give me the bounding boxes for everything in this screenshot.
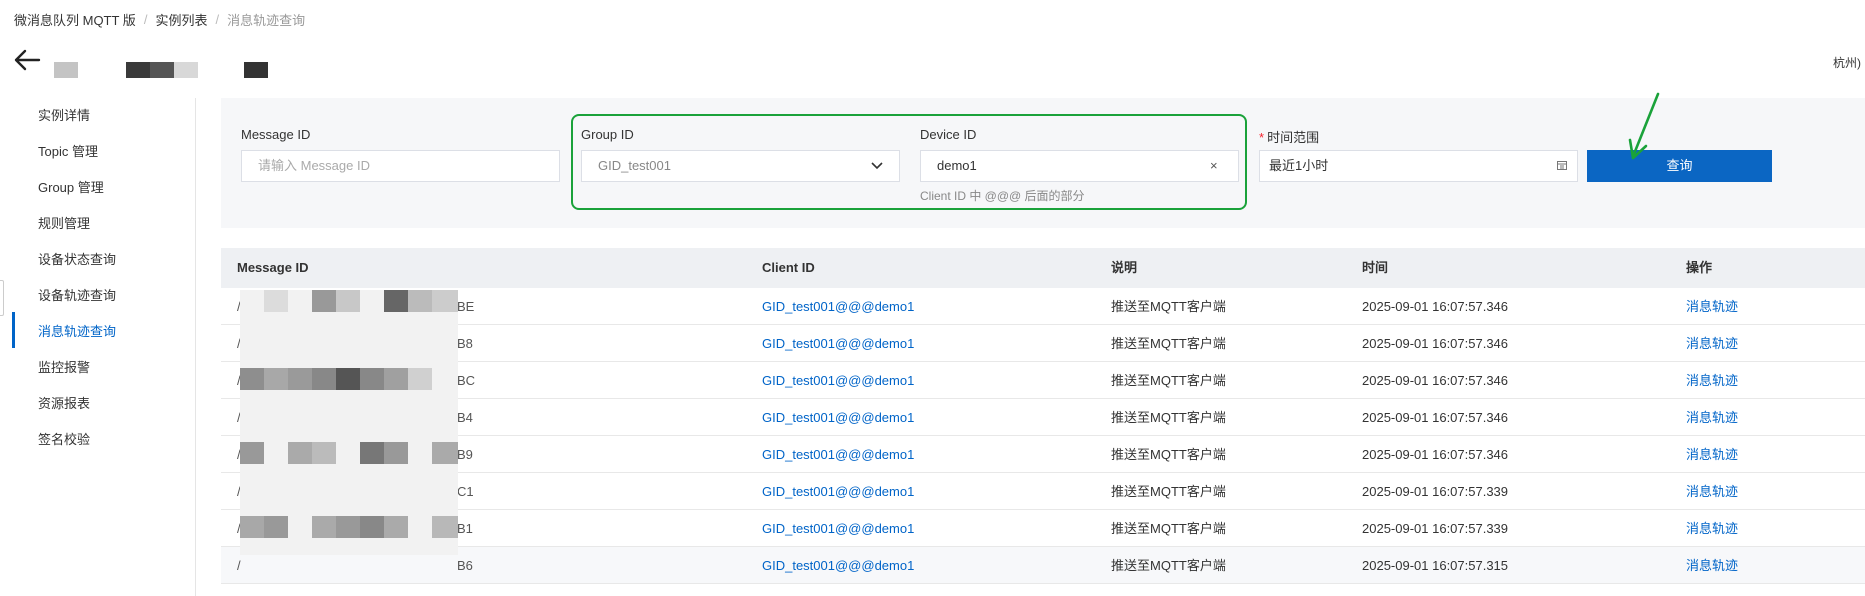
breadcrumb-current: 消息轨迹查询 xyxy=(227,13,306,28)
sidebar-item-instance-detail[interactable]: 实例详情 xyxy=(38,106,90,126)
table-row: / B6 GID_test001@@@demo1 推送至MQTT客户端 2025-09-… xyxy=(221,547,1865,584)
time-cell: 2025-09-01 16:07:57.346 xyxy=(1362,447,1509,462)
description-cell: 推送至MQTT客户端 xyxy=(1111,336,1226,351)
client-id-link[interactable]: GID_test001@@@demo1 xyxy=(762,547,914,584)
sidebar-item-device-status[interactable]: 设备状态查询 xyxy=(38,250,116,270)
message-id-suffix: B4 xyxy=(457,410,473,425)
time-cell: 2025-09-01 16:07:57.339 xyxy=(1362,521,1509,536)
message-trace-link[interactable]: 消息轨迹 xyxy=(1686,436,1738,473)
description-cell: 推送至MQTT客户端 xyxy=(1111,484,1226,499)
message-trace-link[interactable]: 消息轨迹 xyxy=(1686,288,1738,325)
message-id-suffix: B6 xyxy=(457,558,473,573)
breadcrumb-item-instances[interactable]: 实例列表 xyxy=(155,10,207,29)
time-range-label-text: 时间范围 xyxy=(1267,130,1320,145)
group-id-label: Group ID xyxy=(581,127,634,142)
sidebar-item-rules[interactable]: 规则管理 xyxy=(38,214,90,234)
message-id-suffix: BC xyxy=(457,373,476,388)
description-cell: 推送至MQTT客户端 xyxy=(1111,447,1226,462)
device-id-input[interactable]: demo1 xyxy=(920,150,1239,182)
message-id-label: Message ID xyxy=(241,127,311,142)
col-action: 操作 xyxy=(1686,260,1713,275)
col-client-id: Client ID xyxy=(762,260,815,275)
chevron-down-icon[interactable] xyxy=(870,160,884,172)
client-id-link[interactable]: GID_test001@@@demo1 xyxy=(762,436,914,473)
table-row: / B9 GID_test001@@@demo1 推送至MQTT客户端 2025-09-… xyxy=(221,436,1865,473)
time-cell: 2025-09-01 16:07:57.346 xyxy=(1362,373,1509,388)
sidebar-item-signature[interactable]: 签名校验 xyxy=(38,430,90,450)
table-row: / BE GID_test001@@@demo1 推送至MQTT客户端 2025-09-… xyxy=(221,288,1865,325)
client-id-link[interactable]: GID_test001@@@demo1 xyxy=(762,510,914,547)
table-row: / C1 GID_test001@@@demo1 推送至MQTT客户端 2025-09-… xyxy=(221,473,1865,510)
client-id-link[interactable]: GID_test001@@@demo1 xyxy=(762,288,914,325)
description-cell: 推送至MQTT客户端 xyxy=(1111,373,1226,388)
message-trace-link[interactable]: 消息轨迹 xyxy=(1686,362,1738,399)
col-message-id: Message ID xyxy=(237,260,309,275)
description-cell: 推送至MQTT客户端 xyxy=(1111,558,1226,573)
table-header: Message ID Client ID 说明 时间 操作 xyxy=(221,248,1865,288)
time-cell: 2025-09-01 16:07:57.346 xyxy=(1362,299,1509,314)
col-time: 时间 xyxy=(1362,260,1389,275)
message-trace-link[interactable]: 消息轨迹 xyxy=(1686,510,1738,547)
message-trace-link[interactable]: 消息轨迹 xyxy=(1686,473,1738,510)
device-id-hint: Client ID 中 @@@ 后面的部分 xyxy=(920,189,1085,203)
sidebar-item-device-trace[interactable]: 设备轨迹查询 xyxy=(38,286,116,306)
message-id-suffix: B1 xyxy=(457,521,473,536)
sidebar-item-group[interactable]: Group 管理 xyxy=(38,178,104,198)
breadcrumb-separator: / xyxy=(215,12,220,27)
description-cell: 推送至MQTT客户端 xyxy=(1111,521,1226,536)
message-id-input[interactable]: 请输入 Message ID xyxy=(241,150,560,182)
table-row: / BC GID_test001@@@demo1 推送至MQTT客户端 2025-09-… xyxy=(221,362,1865,399)
client-id-link[interactable]: GID_test001@@@demo1 xyxy=(762,473,914,510)
breadcrumb-item-mqtt[interactable]: 微消息队列 MQTT 版 xyxy=(14,10,136,29)
client-id-link[interactable]: GID_test001@@@demo1 xyxy=(762,399,914,436)
message-trace-link[interactable]: 消息轨迹 xyxy=(1686,325,1738,362)
redacted-message-ids xyxy=(240,290,458,555)
required-mark: * xyxy=(1259,130,1265,145)
close-icon[interactable]: × xyxy=(1210,158,1218,173)
time-cell: 2025-09-01 16:07:57.346 xyxy=(1362,336,1509,351)
client-id-link[interactable]: GID_test001@@@demo1 xyxy=(762,362,914,399)
breadcrumb: 微消息队列 MQTT 版 / 实例列表 / 消息轨迹查询 xyxy=(14,10,305,29)
redacted-instance-name xyxy=(54,62,268,78)
message-trace-link[interactable]: 消息轨迹 xyxy=(1686,399,1738,436)
time-cell: 2025-09-01 16:07:57.346 xyxy=(1362,410,1509,425)
table-row: / B1 GID_test001@@@demo1 推送至MQTT客户端 2025-09-… xyxy=(221,510,1865,547)
message-trace-link[interactable]: 消息轨迹 xyxy=(1686,547,1738,584)
annotation-arrow-icon xyxy=(1628,92,1660,160)
sidebar: 实例详情 Topic 管理 Group 管理 规则管理 设备状态查询 设备轨迹查… xyxy=(0,98,196,596)
description-cell: 推送至MQTT客户端 xyxy=(1111,299,1226,314)
message-id-suffix: C1 xyxy=(457,484,474,499)
sidebar-item-message-trace[interactable]: 消息轨迹查询 xyxy=(38,322,116,342)
sidebar-item-reports[interactable]: 资源报表 xyxy=(38,394,90,414)
col-description: 说明 xyxy=(1111,260,1138,275)
table-row: / B8 GID_test001@@@demo1 推送至MQTT客户端 2025-09-… xyxy=(221,325,1865,362)
table-row: / B4 GID_test001@@@demo1 推送至MQTT客户端 2025-09-… xyxy=(221,399,1865,436)
group-id-select[interactable]: GID_test001 xyxy=(581,150,900,182)
sidebar-item-monitor[interactable]: 监控报警 xyxy=(38,358,90,378)
message-trace-table: Message ID Client ID 说明 时间 操作 / BE GID_tes… xyxy=(221,248,1865,584)
description-cell: 推送至MQTT客户端 xyxy=(1111,410,1226,425)
arrow-left-icon[interactable] xyxy=(12,48,42,72)
sidebar-item-topic[interactable]: Topic 管理 xyxy=(38,142,98,162)
time-cell: 2025-09-01 16:07:57.315 xyxy=(1362,558,1509,573)
message-id-suffix: B9 xyxy=(457,447,473,462)
time-cell: 2025-09-01 16:07:57.339 xyxy=(1362,484,1509,499)
device-id-label: Device ID xyxy=(920,127,977,142)
time-range-picker[interactable]: 最近1小时 xyxy=(1259,150,1578,182)
time-range-label: * 时间范围 xyxy=(1259,127,1319,146)
sidebar-active-indicator xyxy=(12,312,15,348)
message-id-suffix: BE xyxy=(457,299,475,314)
message-id-suffix: B8 xyxy=(457,336,473,351)
calendar-icon[interactable] xyxy=(1557,160,1567,170)
client-id-link[interactable]: GID_test001@@@demo1 xyxy=(762,325,914,362)
breadcrumb-separator: / xyxy=(143,12,148,27)
region-label: 杭州) xyxy=(1833,56,1861,70)
